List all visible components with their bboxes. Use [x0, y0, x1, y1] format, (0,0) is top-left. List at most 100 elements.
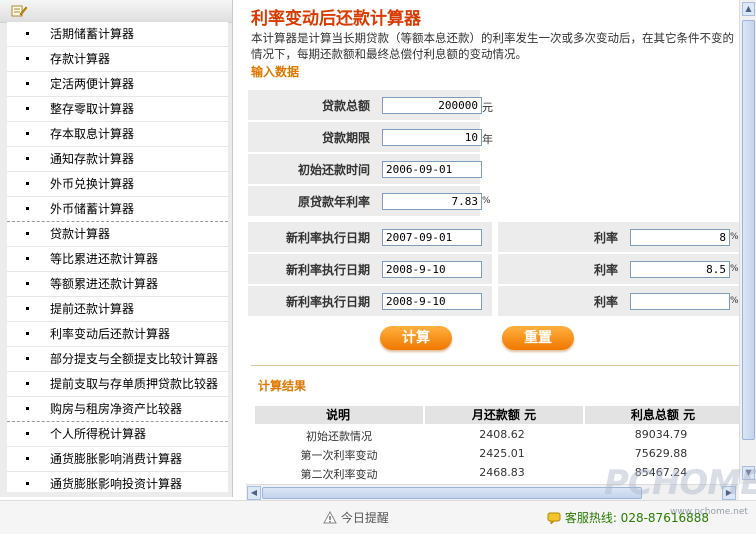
sidebar-item-currency-exchange[interactable]: 外币兑换计算器	[7, 172, 228, 197]
bullet-icon	[26, 32, 29, 35]
sidebar-item-label: 外币兑换计算器	[50, 177, 135, 191]
bullet-icon	[26, 182, 29, 185]
calculate-button[interactable]: 计算	[380, 326, 452, 350]
table-cell: 2468.83	[479, 466, 525, 479]
bullet-icon	[26, 157, 29, 160]
sidebar-item-prepayment[interactable]: 提前还款计算器	[7, 297, 228, 322]
rate-change-3-date-input[interactable]	[382, 293, 482, 310]
rate-change-1-date-input[interactable]	[382, 229, 482, 246]
sidebar-item-label: 通知存款计算器	[50, 152, 135, 166]
chat-icon	[547, 512, 561, 526]
service-hotline[interactable]: 客服热线: 028-87616888	[547, 509, 709, 526]
rate-change-2-date-input[interactable]	[382, 261, 482, 278]
vertical-scrollbar[interactable]: ▲ ▼	[739, 0, 756, 484]
sidebar-header	[0, 0, 232, 23]
orig-rate-input[interactable]	[382, 193, 482, 210]
sidebar-item-lump-installment[interactable]: 整存零取计算器	[7, 97, 228, 122]
sidebar-item-principal-interest[interactable]: 存本取息计算器	[7, 122, 228, 147]
horizontal-scrollbar[interactable]: ◀ ▶	[246, 484, 739, 501]
table-cell: 85467.24	[634, 466, 688, 479]
sidebar-item-label: 整存零取计算器	[50, 102, 135, 116]
scroll-right-icon[interactable]: ▶	[722, 486, 736, 500]
sidebar-item-geometric-repay[interactable]: 等比累进还款计算器	[7, 247, 228, 272]
sidebar-item-inflation-investment[interactable]: 通货膨胀影响投资计算器	[7, 472, 228, 492]
sidebar-item-label: 存款计算器	[50, 52, 111, 66]
rate-change-3-date-label: 新利率执行日期	[285, 295, 370, 309]
status-bar: 今日提醒 客服热线: 028-87616888	[0, 500, 756, 534]
scroll-down-icon[interactable]: ▼	[742, 466, 755, 480]
bullet-icon	[26, 282, 29, 285]
sidebar-item-income-tax[interactable]: 个人所得税计算器	[7, 422, 228, 447]
bullet-icon	[26, 82, 29, 85]
scroll-up-icon[interactable]: ▲	[742, 2, 755, 16]
scroll-left-icon[interactable]: ◀	[247, 486, 261, 500]
rate-change-3-rate-input[interactable]	[630, 293, 730, 310]
reset-button[interactable]: 重置	[502, 326, 574, 350]
start-date-label: 初始还款时间	[297, 163, 370, 177]
calculator-panel: 利率变动后还款计算器 本计算器是计算当长期贷款（等额本息还款）的利率发生一次或多…	[243, 0, 739, 484]
table-cell: 75629.88	[634, 447, 688, 460]
sidebar-item-label: 通货膨胀影响投资计算器	[50, 477, 183, 491]
bullet-icon	[26, 57, 29, 60]
column-header: 说明	[325, 408, 350, 422]
sidebar-item-foreign-savings[interactable]: 外币储蓄计算器	[7, 197, 228, 222]
sidebar-item-label: 存本取息计算器	[50, 127, 135, 141]
sidebar-item-equal-repay[interactable]: 等额累进还款计算器	[7, 272, 228, 297]
bullet-icon	[26, 332, 29, 335]
table-cell: 2425.01	[479, 447, 525, 460]
loan-term-label: 贷款期限	[321, 131, 370, 145]
start-date-input[interactable]	[382, 161, 482, 178]
rate-change-2-date-label: 新利率执行日期	[285, 263, 370, 277]
rate-change-2-rate-label: 利率	[593, 263, 618, 277]
daily-reminder-link[interactable]: 今日提醒	[323, 509, 389, 526]
rate-change-3-rate-label: 利率	[593, 295, 618, 309]
sidebar-item-label: 个人所得税计算器	[50, 427, 147, 441]
sidebar-item-inflation-consumption[interactable]: 通货膨胀影响消费计算器	[7, 447, 228, 472]
bullet-icon	[26, 232, 29, 235]
warning-icon	[323, 510, 337, 524]
sidebar-item-label: 部分提支与全额提支比较计算器	[50, 352, 219, 366]
sidebar-item-buy-vs-rent[interactable]: 购房与租房净资产比较器	[7, 397, 228, 422]
rate-change-2-rate-input[interactable]	[630, 261, 730, 278]
sidebar-item-label: 活期储蓄计算器	[50, 27, 135, 41]
bullet-icon	[26, 382, 29, 385]
column-header: 月还款额 元	[423, 406, 583, 424]
divider	[251, 365, 739, 366]
loan-amount-input[interactable]	[382, 97, 482, 114]
table-cell: 89034.79	[634, 428, 688, 441]
bullet-icon	[26, 407, 29, 410]
bullet-icon	[26, 432, 29, 435]
rate-change-1-rate-label: 利率	[593, 231, 618, 245]
rate-change-1-rate-input[interactable]	[630, 229, 730, 246]
sidebar-item-current-savings[interactable]: 活期储蓄计算器	[7, 22, 228, 47]
sidebar-item-loan[interactable]: 贷款计算器	[7, 222, 228, 247]
vertical-scroll-thumb[interactable]	[742, 20, 755, 440]
bullet-icon	[26, 107, 29, 110]
loan-term-input[interactable]	[382, 129, 482, 146]
bullet-icon	[26, 307, 29, 310]
sidebar-item-notice-deposit[interactable]: 通知存款计算器	[7, 147, 228, 172]
table-cell: 第一次利率变动	[300, 449, 378, 462]
sidebar-item-partial-vs-full[interactable]: 部分提支与全额提支比较计算器	[7, 347, 228, 372]
table-cell: 初始还款情况	[306, 430, 372, 443]
sidebar-item-deposit[interactable]: 存款计算器	[7, 47, 228, 72]
sidebar-item-rate-change-repay[interactable]: 利率变动后还款计算器	[7, 322, 228, 347]
sidebar-item-label: 利率变动后还款计算器	[50, 327, 171, 341]
sidebar-item-label: 提前还款计算器	[50, 302, 135, 316]
sidebar-item-label: 外币储蓄计算器	[50, 202, 135, 216]
horizontal-scroll-thumb[interactable]	[262, 487, 642, 499]
sidebar-item-flexible-deposit[interactable]: 定活两便计算器	[7, 72, 228, 97]
bullet-icon	[26, 357, 29, 360]
sidebar-item-label: 等额累进还款计算器	[50, 277, 159, 291]
column-header: 利息总额 元	[583, 406, 739, 424]
bullet-icon	[26, 132, 29, 135]
input-section-title: 输入数据	[251, 65, 300, 79]
calculator-list: 活期储蓄计算器 存款计算器 定活两便计算器 整存零取计算器 存本取息计算器 通知…	[7, 22, 228, 492]
rate-change-1-date-label: 新利率执行日期	[285, 231, 370, 245]
page-title: 利率变动后还款计算器	[251, 9, 421, 29]
edit-note-icon	[11, 4, 28, 21]
sidebar-item-early-vs-pledge[interactable]: 提前支取与存单质押贷款比较器	[7, 372, 228, 397]
page-description: 本计算器是计算当长期贷款（等额本息还款）的利率发生一次或多次变动后，在其它条件不…	[251, 31, 734, 61]
bullet-icon	[26, 457, 29, 460]
loan-amount-label: 贷款总额	[321, 99, 370, 113]
